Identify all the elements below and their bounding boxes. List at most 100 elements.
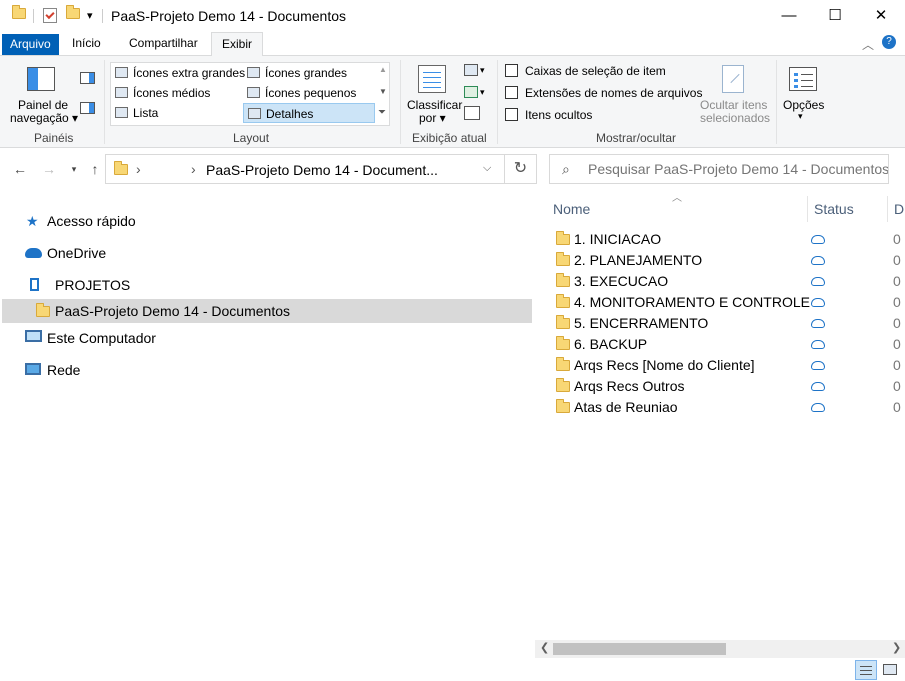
file-name[interactable]: 4. MONITORAMENTO E CONTROLE bbox=[574, 294, 810, 310]
address-dropdown-icon[interactable]: ⌵ bbox=[483, 162, 491, 175]
help-icon[interactable]: ? bbox=[882, 35, 896, 49]
options-button[interactable]: Opções bbox=[783, 98, 824, 112]
sort-by-icon[interactable] bbox=[418, 65, 446, 93]
search-box[interactable]: ⌕ bbox=[549, 154, 889, 184]
tab-exibir[interactable]: Exibir bbox=[211, 32, 264, 57]
file-name[interactable]: 2. PLANEJAMENTO bbox=[574, 252, 702, 268]
table-row[interactable]: Arqs Recs [Nome do Cliente] 0 bbox=[549, 355, 905, 376]
add-columns-icon[interactable] bbox=[464, 86, 478, 98]
file-name[interactable]: 5. ENCERRAMENTO bbox=[574, 315, 708, 331]
chevron-down-icon[interactable]: ▾ bbox=[480, 87, 485, 98]
ribbon: Painel de navegação ▾ Painéis Ícones ext… bbox=[0, 56, 905, 148]
group-by-icon[interactable] bbox=[464, 64, 478, 76]
file-extensions-label[interactable]: Extensões de nomes de arquivos bbox=[525, 86, 702, 100]
layout-list[interactable]: Lista bbox=[111, 103, 158, 123]
tab-compartilhar[interactable]: Compartilhar bbox=[119, 32, 208, 56]
navigation-pane-icon[interactable] bbox=[27, 67, 55, 91]
folder-icon bbox=[556, 336, 570, 350]
navigation-pane-label[interactable]: Painel de bbox=[18, 98, 68, 112]
table-row[interactable]: Atas de Reuniao 0 bbox=[549, 397, 905, 418]
table-row[interactable]: 2. PLANEJAMENTO 0 bbox=[549, 250, 905, 271]
table-row[interactable]: 4. MONITORAMENTO E CONTROLE 0 bbox=[549, 292, 905, 313]
hide-selected-label-2: selecionados bbox=[700, 111, 771, 125]
window-title: PaaS-Projeto Demo 14 - Documentos bbox=[111, 8, 346, 24]
close-button[interactable]: ✕ bbox=[858, 0, 904, 32]
divider[interactable] bbox=[887, 196, 888, 222]
table-row[interactable]: 3. EXECUCAO 0 bbox=[549, 271, 905, 292]
breadcrumb-chevron-icon[interactable]: › bbox=[136, 161, 141, 177]
search-input[interactable] bbox=[588, 161, 888, 177]
preview-pane-icon[interactable] bbox=[80, 72, 95, 84]
horizontal-scrollbar[interactable]: ❮ ❯ bbox=[535, 640, 905, 658]
file-name[interactable]: Arqs Recs [Nome do Cliente] bbox=[574, 357, 755, 373]
details-view-button[interactable] bbox=[855, 660, 877, 680]
collapse-ribbon-icon[interactable]: ︿ bbox=[862, 36, 874, 53]
file-name[interactable]: 1. INICIACAO bbox=[574, 231, 661, 247]
star-icon: ★ bbox=[26, 213, 39, 229]
gallery-more-icon[interactable]: ⏷ bbox=[378, 107, 386, 118]
size-columns-icon[interactable] bbox=[464, 106, 480, 120]
up-button[interactable]: ↑ bbox=[85, 159, 105, 179]
sort-by-label-2[interactable]: por ▾ bbox=[419, 111, 446, 125]
nav-item-paas-projeto-demo[interactable]: PaaS-Projeto Demo 14 - Documentos bbox=[2, 299, 532, 323]
divider bbox=[33, 9, 34, 23]
back-button[interactable]: ← bbox=[10, 159, 30, 179]
file-name[interactable]: Atas de Reuniao bbox=[574, 399, 678, 415]
customize-toolbar-icon[interactable]: ▾ bbox=[87, 9, 93, 22]
file-name[interactable]: Arqs Recs Outros bbox=[574, 378, 684, 394]
chevron-down-icon[interactable]: ▾ bbox=[480, 65, 485, 76]
small-icons-icon bbox=[247, 87, 260, 98]
layout-medium-icons[interactable]: Ícones médios bbox=[111, 83, 210, 103]
file-extensions-checkbox[interactable] bbox=[505, 86, 518, 99]
cloud-status-icon bbox=[811, 235, 825, 244]
layout-small-icons[interactable]: Ícones pequenos bbox=[243, 83, 356, 103]
scroll-left-icon[interactable]: ❮ bbox=[540, 641, 549, 654]
options-icon[interactable] bbox=[789, 67, 817, 91]
table-row[interactable]: 1. INICIACAO 0 bbox=[549, 229, 905, 250]
layout-gallery: Ícones extra grandes Ícones grandes Ícon… bbox=[110, 62, 390, 126]
layout-large-icons[interactable]: Ícones grandes bbox=[243, 63, 347, 83]
gallery-up-icon[interactable]: ▲ bbox=[379, 65, 387, 74]
gallery-down-icon[interactable]: ▼ bbox=[379, 87, 387, 96]
cloud-status-icon bbox=[811, 256, 825, 265]
layout-extra-large-icons[interactable]: Ícones extra grandes bbox=[111, 63, 245, 83]
refresh-button[interactable]: ↻ bbox=[505, 154, 537, 184]
group-label-exibicao-atual: Exibição atual bbox=[412, 131, 487, 145]
hidden-items-label[interactable]: Itens ocultos bbox=[525, 108, 592, 122]
navigation-pane-label-2[interactable]: navegação ▾ bbox=[10, 111, 78, 125]
divider[interactable] bbox=[807, 196, 808, 222]
folder-icon bbox=[114, 161, 128, 175]
address-bar[interactable]: › › PaaS-Projeto Demo 14 - Document... ⌵ bbox=[105, 154, 505, 184]
scroll-right-icon[interactable]: ❯ bbox=[892, 641, 901, 654]
hidden-items-checkbox[interactable] bbox=[505, 108, 518, 121]
minimize-button[interactable]: — bbox=[766, 0, 812, 32]
scrollbar-thumb[interactable] bbox=[553, 643, 726, 655]
item-checkboxes-label[interactable]: Caixas de seleção de item bbox=[525, 64, 666, 78]
tab-inicio[interactable]: Início bbox=[62, 32, 111, 56]
properties-icon[interactable] bbox=[43, 8, 57, 23]
large-icons-view-button[interactable] bbox=[879, 660, 901, 680]
sort-by-label[interactable]: Classificar bbox=[407, 98, 462, 112]
new-folder-icon[interactable] bbox=[66, 5, 80, 19]
recent-locations-button[interactable]: ▾ bbox=[64, 159, 84, 179]
forward-button[interactable]: → bbox=[39, 159, 59, 179]
table-row[interactable]: 6. BACKUP 0 bbox=[549, 334, 905, 355]
column-header-data[interactable]: D bbox=[894, 201, 904, 217]
maximize-button[interactable]: ☐ bbox=[812, 0, 858, 32]
chevron-down-icon[interactable]: ▾ bbox=[798, 111, 803, 122]
layout-details[interactable]: Detalhes bbox=[243, 103, 375, 123]
table-row[interactable]: Arqs Recs Outros 0 bbox=[549, 376, 905, 397]
details-pane-icon[interactable] bbox=[80, 102, 95, 114]
address-path[interactable]: PaaS-Projeto Demo 14 - Document... bbox=[206, 162, 438, 178]
file-name[interactable]: 6. BACKUP bbox=[574, 336, 647, 352]
cloud-status-icon bbox=[811, 319, 825, 328]
item-checkboxes-checkbox[interactable] bbox=[505, 64, 518, 77]
column-header-status[interactable]: Status bbox=[814, 201, 854, 217]
tab-arquivo[interactable]: Arquivo bbox=[2, 34, 59, 55]
medium-icons-icon bbox=[115, 87, 128, 98]
column-header-nome[interactable]: Nome bbox=[553, 201, 590, 217]
table-row[interactable]: 5. ENCERRAMENTO 0 bbox=[549, 313, 905, 334]
file-name[interactable]: 3. EXECUCAO bbox=[574, 273, 668, 289]
breadcrumb-chevron-icon[interactable]: › bbox=[191, 161, 196, 177]
cloud-status-icon bbox=[811, 277, 825, 286]
